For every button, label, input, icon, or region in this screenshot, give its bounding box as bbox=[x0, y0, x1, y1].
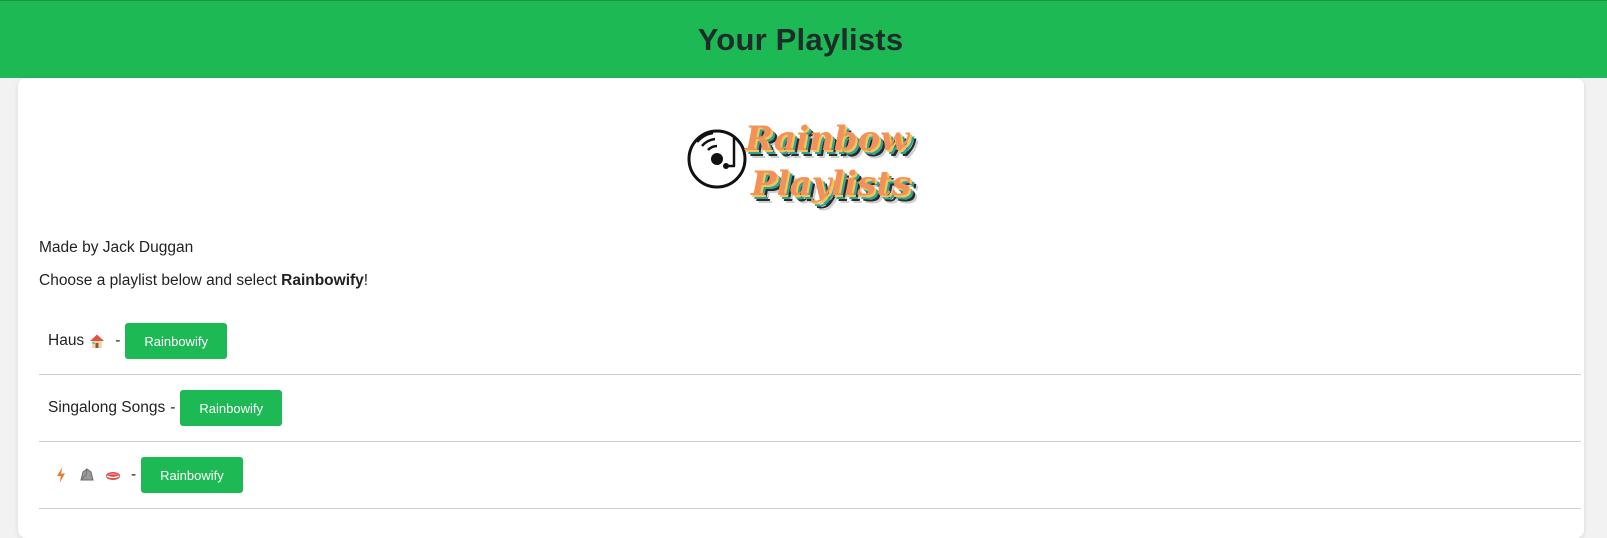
rock-emoji-icon bbox=[78, 466, 96, 484]
playlist-item: - Rainbowify bbox=[39, 442, 1581, 509]
rainbow-playlists-logo: Rainbow Rainbow Rainbow Rainbow Rainbow … bbox=[687, 119, 919, 212]
app-header: Your Playlists bbox=[0, 0, 1607, 78]
playlist-item: Haus - Rainbowify bbox=[39, 308, 1581, 375]
main-card: Rainbow Rainbow Rainbow Rainbow Rainbow … bbox=[18, 78, 1584, 538]
playlist-separator: - bbox=[170, 399, 176, 416]
page-title: Your Playlists bbox=[697, 21, 904, 57]
rainbowify-button[interactable]: Rainbowify bbox=[125, 323, 227, 359]
rainbowify-button[interactable]: Rainbowify bbox=[141, 457, 243, 493]
instructions-bold: Rainbowify bbox=[281, 272, 364, 289]
rainbowify-button[interactable]: Rainbowify bbox=[180, 390, 282, 426]
lips-emoji-icon bbox=[104, 466, 122, 484]
instructions-suffix: ! bbox=[363, 272, 369, 289]
svg-text:Playlists: Playlists bbox=[750, 164, 911, 204]
playlist-separator: - bbox=[131, 466, 137, 483]
lightning-emoji-icon bbox=[52, 466, 70, 484]
vinyl-record-icon bbox=[687, 129, 747, 189]
instructions-prefix: Choose a playlist below and select bbox=[39, 272, 282, 289]
playlist-name: Singalong Songs bbox=[48, 399, 166, 416]
playlist-separator: - bbox=[115, 332, 121, 349]
made-by-text: Made by Jack Duggan bbox=[39, 239, 194, 256]
svg-text:Rainbow: Rainbow bbox=[744, 119, 911, 159]
house-emoji-icon bbox=[88, 332, 106, 350]
playlist-name: Haus bbox=[48, 332, 85, 349]
instructions-text: Choose a playlist below and select Rainb… bbox=[39, 272, 368, 290]
playlist-list: Haus - Rainbowify Singalong Songs - Rain… bbox=[39, 308, 1581, 509]
playlist-item: Singalong Songs - Rainbowify bbox=[39, 375, 1581, 442]
